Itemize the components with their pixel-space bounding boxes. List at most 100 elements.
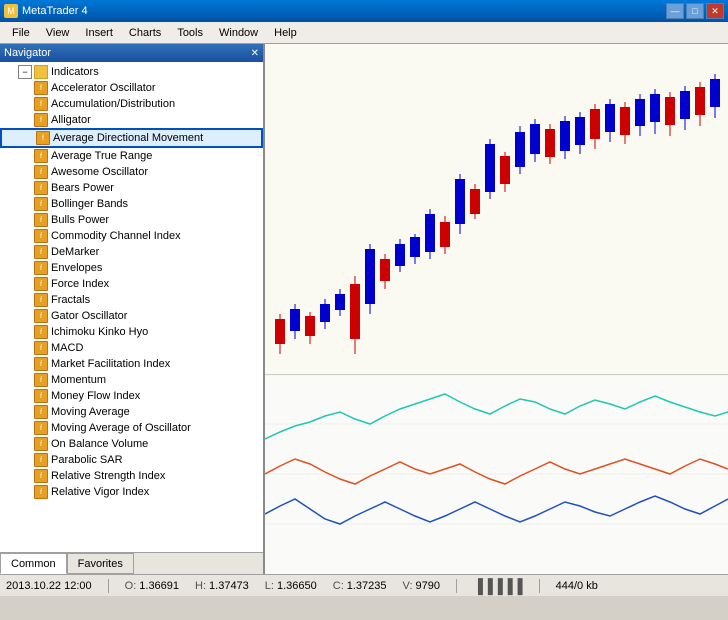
tab-common[interactable]: Common bbox=[0, 553, 67, 574]
list-item[interactable]: f Money Flow Index bbox=[0, 388, 263, 404]
list-item[interactable]: f Force Index bbox=[0, 276, 263, 292]
indicator-icon: f bbox=[34, 309, 48, 323]
navigator-title: Navigator bbox=[4, 47, 51, 59]
status-open: O: 1.36691 bbox=[125, 580, 179, 592]
indicator-icon: f bbox=[34, 277, 48, 291]
high-label: H: bbox=[195, 580, 206, 592]
indicator-icon: f bbox=[34, 181, 48, 195]
indicator-icon: f bbox=[34, 81, 48, 95]
list-item[interactable]: f Parabolic SAR bbox=[0, 452, 263, 468]
indicator-icon: f bbox=[36, 131, 50, 145]
indicator-icon: f bbox=[34, 437, 48, 451]
list-item[interactable]: f Alligator bbox=[0, 112, 263, 128]
list-item-selected[interactable]: f Average Directional Movement bbox=[0, 128, 263, 148]
chart-area[interactable]: Double Click Average DirectionalMovement… bbox=[265, 44, 728, 574]
status-datetime: 2013.10.22 12:00 bbox=[6, 580, 92, 592]
indicator-icon: f bbox=[34, 97, 48, 111]
list-item[interactable]: f Envelopes bbox=[0, 260, 263, 276]
menu-charts[interactable]: Charts bbox=[121, 25, 169, 41]
status-memory: 444/0 kb bbox=[556, 580, 598, 592]
list-item[interactable]: f Momentum bbox=[0, 372, 263, 388]
menu-file[interactable]: File bbox=[4, 25, 38, 41]
low-value: 1.36650 bbox=[277, 580, 317, 592]
main-area: Navigator ✕ − Indicators f bbox=[0, 44, 728, 574]
menu-bar: File View Insert Charts Tools Window Hel… bbox=[0, 22, 728, 44]
list-item[interactable]: f Ichimoku Kinko Hyo bbox=[0, 324, 263, 340]
selected-indicator-label: Average Directional Movement bbox=[53, 132, 203, 144]
list-item[interactable]: f Accelerator Oscillator bbox=[0, 80, 263, 96]
indicator-icon: f bbox=[34, 165, 48, 179]
indicator-icon: f bbox=[34, 229, 48, 243]
navigator-close-button[interactable]: ✕ bbox=[251, 48, 259, 59]
status-low: L: 1.36650 bbox=[265, 580, 317, 592]
list-item[interactable]: f Fractals bbox=[0, 292, 263, 308]
title-bar: M MetaTrader 4 — □ ✕ bbox=[0, 0, 728, 22]
list-item[interactable]: f Market Facilitation Index bbox=[0, 356, 263, 372]
tree-area[interactable]: − Indicators f Accelerator Oscillator f … bbox=[0, 62, 263, 552]
menu-tools[interactable]: Tools bbox=[169, 25, 211, 41]
menu-window[interactable]: Window bbox=[211, 25, 266, 41]
list-item[interactable]: f Moving Average bbox=[0, 404, 263, 420]
indicator-icon: f bbox=[34, 421, 48, 435]
volume-label: V: bbox=[403, 580, 413, 592]
indicator-icon: f bbox=[34, 341, 48, 355]
navigator-tabs: Common Favorites bbox=[0, 552, 263, 574]
status-sep bbox=[108, 579, 109, 593]
indicator-icon: f bbox=[34, 373, 48, 387]
tree-indicators-root[interactable]: − Indicators bbox=[0, 64, 263, 80]
status-close: C: 1.37235 bbox=[333, 580, 387, 592]
list-item[interactable]: f Relative Vigor Index bbox=[0, 484, 263, 500]
app-icon: M bbox=[4, 4, 18, 18]
indicator-icon: f bbox=[34, 389, 48, 403]
list-item[interactable]: f Commodity Channel Index bbox=[0, 228, 263, 244]
maximize-button[interactable]: □ bbox=[686, 3, 704, 19]
indicator-icon: f bbox=[34, 453, 48, 467]
list-item[interactable]: f Bears Power bbox=[0, 180, 263, 196]
minimize-button[interactable]: — bbox=[666, 3, 684, 19]
list-item[interactable]: f Gator Oscillator bbox=[0, 308, 263, 324]
tree-root-label: Indicators bbox=[51, 66, 99, 78]
indicator-icon: f bbox=[34, 357, 48, 371]
list-item[interactable]: f Bulls Power bbox=[0, 212, 263, 228]
navigator-panel: Navigator ✕ − Indicators f bbox=[0, 44, 265, 574]
close-value: 1.37235 bbox=[347, 580, 387, 592]
expand-icon[interactable]: − bbox=[18, 65, 32, 79]
indicator-icon: f bbox=[34, 325, 48, 339]
status-volume: V: 9790 bbox=[403, 580, 440, 592]
close-label: C: bbox=[333, 580, 344, 592]
tree-root: − Indicators f Accelerator Oscillator f … bbox=[0, 62, 263, 502]
list-item[interactable]: f Awesome Oscillator bbox=[0, 164, 263, 180]
list-item[interactable]: f Relative Strength Index bbox=[0, 468, 263, 484]
indicator-icon: f bbox=[34, 245, 48, 259]
navigator-title-bar: Navigator ✕ bbox=[0, 44, 263, 62]
status-sep3 bbox=[539, 579, 540, 593]
list-item[interactable]: f On Balance Volume bbox=[0, 436, 263, 452]
status-high: H: 1.37473 bbox=[195, 580, 249, 592]
status-bar: 2013.10.22 12:00 O: 1.36691 H: 1.37473 L… bbox=[0, 574, 728, 596]
list-item[interactable]: f MACD bbox=[0, 340, 263, 356]
open-value: 1.36691 bbox=[139, 580, 179, 592]
indicator-icon: f bbox=[34, 405, 48, 419]
menu-view[interactable]: View bbox=[38, 25, 78, 41]
list-item[interactable]: f Average True Range bbox=[0, 148, 263, 164]
status-bars-icon: ▐▐▐▐▐ bbox=[473, 578, 523, 594]
indicator-icon: f bbox=[34, 293, 48, 307]
list-item[interactable]: f Moving Average of Oscillator bbox=[0, 420, 263, 436]
list-item[interactable]: f DeMarker bbox=[0, 244, 263, 260]
indicator-icon: f bbox=[34, 213, 48, 227]
indicator-icon: f bbox=[34, 485, 48, 499]
status-sep2 bbox=[456, 579, 457, 593]
indicator-icon: f bbox=[34, 469, 48, 483]
menu-help[interactable]: Help bbox=[266, 25, 305, 41]
window-controls[interactable]: — □ ✕ bbox=[666, 3, 724, 19]
list-item[interactable]: f Accumulation/Distribution bbox=[0, 96, 263, 112]
menu-insert[interactable]: Insert bbox=[77, 25, 121, 41]
tab-favorites[interactable]: Favorites bbox=[67, 553, 134, 574]
indicator-icon: f bbox=[34, 149, 48, 163]
low-label: L: bbox=[265, 580, 274, 592]
indicator-icon: f bbox=[34, 261, 48, 275]
open-label: O: bbox=[125, 580, 137, 592]
close-button[interactable]: ✕ bbox=[706, 3, 724, 19]
list-item[interactable]: f Bollinger Bands bbox=[0, 196, 263, 212]
chart-svg bbox=[265, 44, 728, 574]
